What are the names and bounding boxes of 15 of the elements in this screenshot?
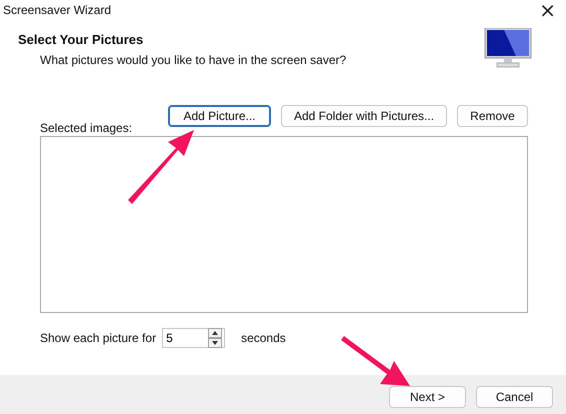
footer-button[interactable]: Next >: [389, 386, 466, 408]
monitor-icon: [484, 28, 532, 68]
spin-arrows-icon[interactable]: [208, 328, 222, 348]
action-button[interactable]: Add Picture...: [168, 105, 271, 127]
page-heading: Select Your Pictures: [18, 32, 144, 47]
action-button[interactable]: Add Folder with Pictures...: [281, 105, 447, 127]
page-subtitle: What pictures would you like to have in the screen saver?: [39, 53, 346, 67]
duration-label: Show each picture for: [40, 331, 156, 345]
window-title: Screensaver Wizard: [3, 3, 112, 17]
duration-unit: seconds: [241, 331, 286, 345]
annotation-arrow: [341, 336, 410, 386]
close-button[interactable]: ×: [535, 0, 560, 20]
footer-button[interactable]: Cancel: [476, 386, 553, 408]
action-button[interactable]: Remove: [457, 105, 528, 127]
list-label: Selected images:: [40, 121, 132, 135]
